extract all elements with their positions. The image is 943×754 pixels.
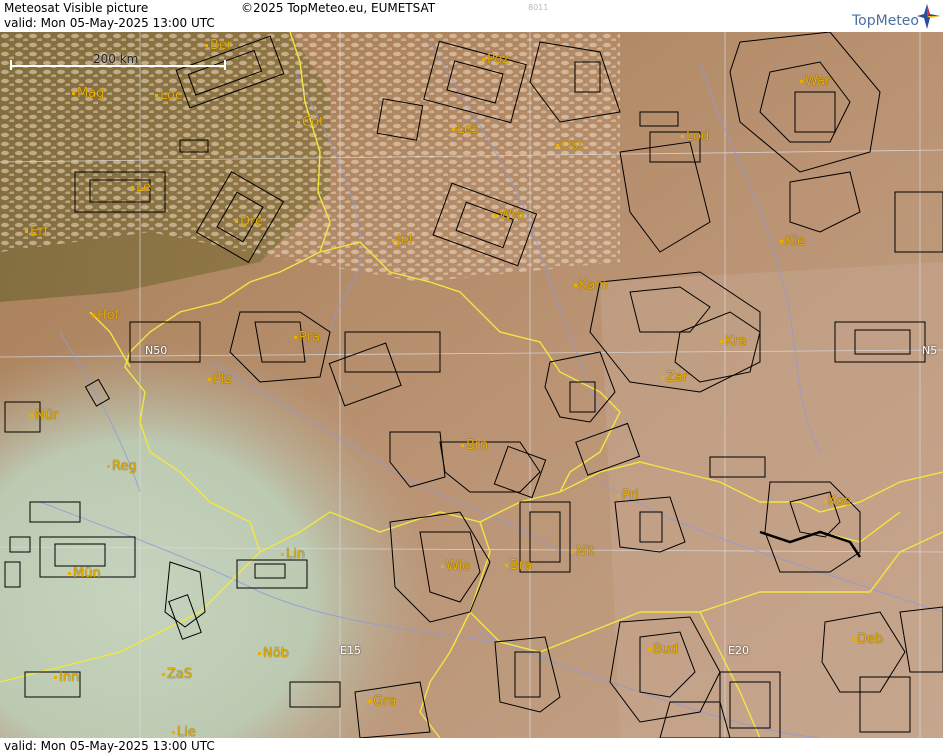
- satellite-map[interactable]: 200 km N50 N5 E15 E20 Ber Poz War Mag Lo…: [0, 32, 943, 738]
- city-label-inn[interactable]: Inn: [54, 670, 79, 685]
- city-label-gra[interactable]: Gra: [368, 694, 396, 709]
- scale-label: 200 km: [93, 52, 139, 66]
- logo-text: TopMeteo: [852, 13, 919, 29]
- city-label-poz[interactable]: Poz: [482, 52, 509, 67]
- city-label-ost[interactable]: Ost: [556, 138, 583, 153]
- header-bar: Meteosat Visible picture ©2025 TopMeteo.…: [0, 0, 943, 33]
- city-label-nur[interactable]: Nür: [30, 408, 58, 423]
- city-label-kos[interactable]: Kos: [823, 494, 851, 509]
- city-label-cot[interactable]: Cot: [297, 115, 324, 130]
- city-label-lod[interactable]: Lod: [681, 129, 709, 144]
- city-label-pri[interactable]: Pri: [617, 488, 639, 503]
- satellite-image: [0, 32, 943, 738]
- city-label-nob[interactable]: Nöb: [258, 646, 289, 661]
- footer-bar: valid: Mon 05-May-2025 13:00 UTC: [0, 738, 943, 754]
- copyright-notice: ©2025 TopMeteo.eu, EUMETSAT: [241, 1, 436, 15]
- city-label-kie[interactable]: Kie: [780, 234, 805, 249]
- valid-time-top: valid: Mon 05-May-2025 13:00 UTC: [4, 16, 215, 30]
- city-label-lie[interactable]: Lie: [172, 725, 196, 738]
- city-label-le[interactable]: Le: [131, 180, 151, 195]
- city-label-zas[interactable]: ZaS: [162, 667, 192, 682]
- city-label-ber[interactable]: Ber: [205, 38, 232, 53]
- city-label-kra[interactable]: Kra: [720, 334, 747, 349]
- grid-label-n5: N5: [922, 344, 938, 357]
- city-label-kam[interactable]: Kam: [574, 278, 608, 293]
- grid-label-e20: E20: [728, 644, 749, 657]
- city-label-hof[interactable]: Hof: [92, 308, 119, 323]
- city-label-dre[interactable]: Dre: [235, 214, 263, 229]
- city-label-wie[interactable]: Wie: [441, 559, 470, 574]
- city-label-loc[interactable]: Loc: [155, 88, 182, 103]
- map-title: Meteosat Visible picture: [4, 1, 149, 15]
- city-label-zar[interactable]: Zar: [661, 370, 688, 385]
- city-label-pra[interactable]: Pra: [294, 330, 320, 345]
- grid-label-e15: E15: [340, 644, 361, 657]
- city-label-reg[interactable]: Reg: [107, 459, 137, 474]
- grid-label-n50: N50: [145, 344, 168, 357]
- city-label-jel[interactable]: Jel: [392, 233, 412, 248]
- city-label-wro[interactable]: Wro: [494, 208, 524, 223]
- city-label-les[interactable]: Les: [452, 122, 479, 137]
- city-label-deb[interactable]: Deb: [852, 632, 883, 647]
- city-label-bra[interactable]: Bra: [505, 558, 532, 573]
- city-label-bud[interactable]: Bud: [648, 642, 678, 657]
- valid-time-bottom: valid: Mon 05-May-2025 13:00 UTC: [4, 739, 215, 753]
- image-code: 8011: [528, 3, 549, 12]
- city-label-nit[interactable]: Nit: [571, 544, 594, 559]
- city-label-erf[interactable]: Erf: [25, 224, 48, 239]
- city-label-lin[interactable]: Lin: [281, 547, 305, 562]
- city-label-war[interactable]: War: [800, 74, 830, 89]
- city-label-brn[interactable]: Brn: [461, 438, 488, 453]
- city-label-mag[interactable]: Mag: [72, 86, 104, 101]
- city-label-plz[interactable]: Plz: [208, 372, 231, 387]
- city-label-mun[interactable]: Mün: [68, 566, 101, 581]
